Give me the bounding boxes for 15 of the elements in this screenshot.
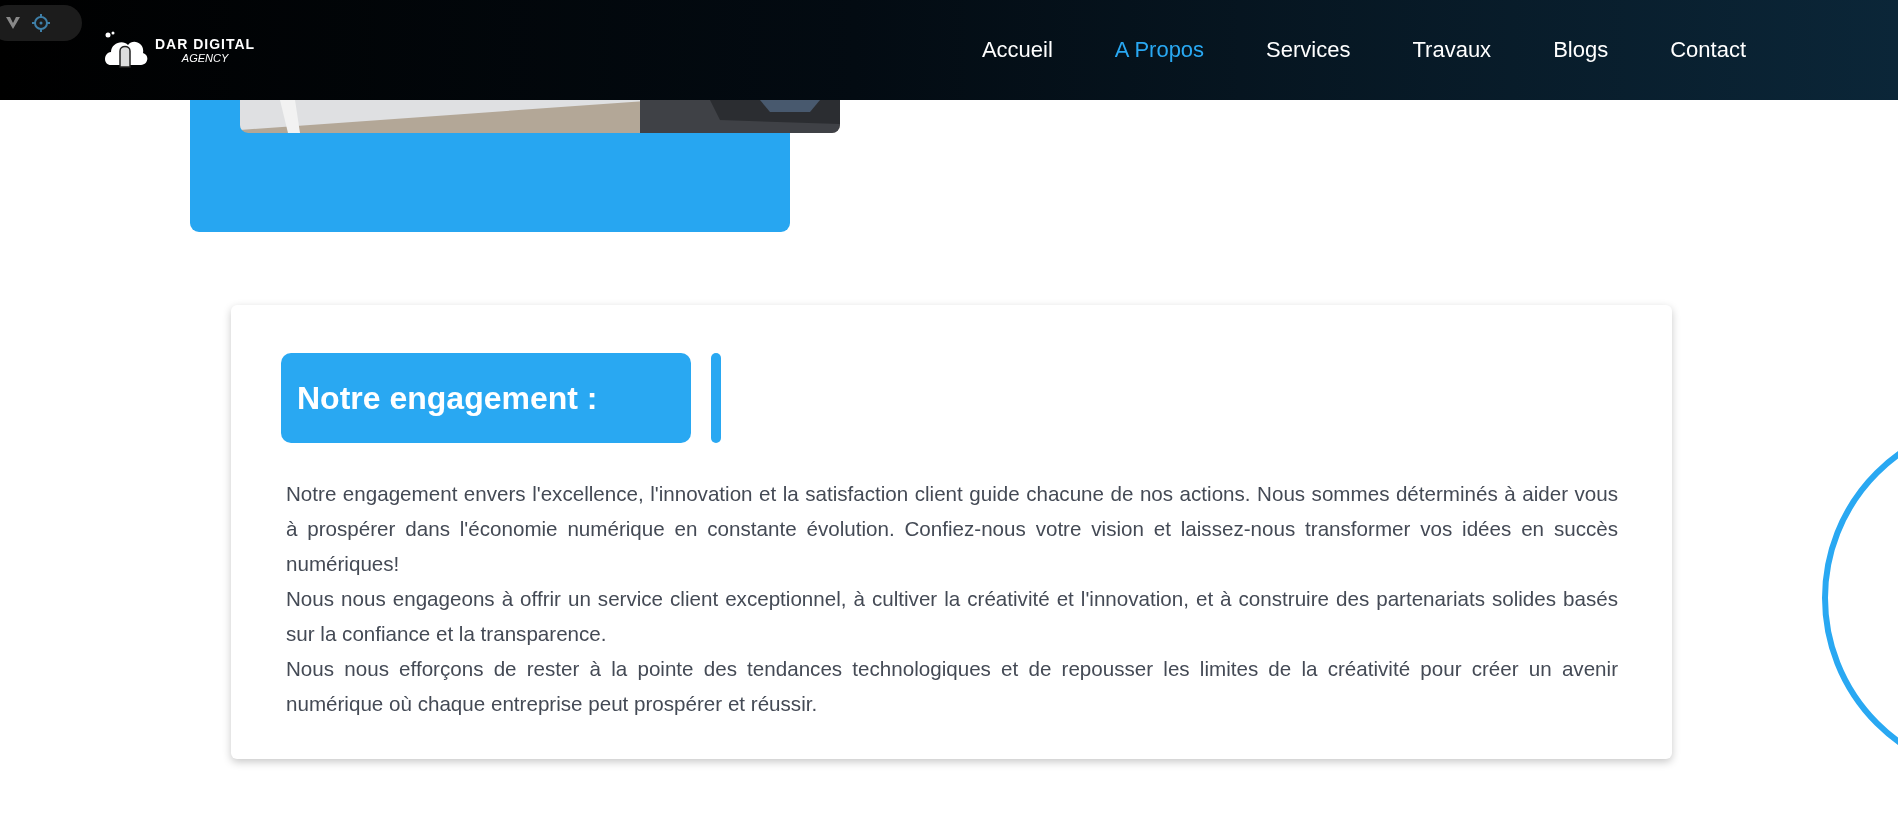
nav-link[interactable]: Contact (1639, 37, 1777, 63)
nav-link[interactable]: Services (1235, 37, 1382, 63)
paragraph: Nous nous engageons à offrir un service client exceptionnel, à cultiver la créativité et l'innovation, et à construire des partenariats solides basés sur la confiance et la transparence. (286, 586, 1618, 647)
nav-link[interactable]: Blogs (1522, 37, 1640, 63)
logo-subtitle: AGENCY (181, 52, 229, 64)
nav-link[interactable]: A Propos (1083, 37, 1236, 63)
crosshair-icon[interactable] (32, 14, 50, 32)
chevron-icon[interactable] (6, 17, 20, 29)
section-title: Notre engagement : (281, 353, 691, 443)
paragraph: Nous nous efforçons de rester à la pointe des tendances technologiques et de repousser les limites de la créativité pour créer un avenir numérique où chaque entreprise peut prospérer et réussir. (286, 656, 1618, 717)
cloud-logo-icon[interactable] (103, 31, 149, 69)
nav-link[interactable]: Accueil (950, 37, 1084, 63)
logo-title: DAR DIGITAL (155, 36, 256, 52)
nav-link[interactable]: Travaux (1381, 37, 1523, 63)
paragraph: Notre engagement envers l'excellence, l'innovation et la satisfaction client guide chacune de nos actions. Nous sommes déterminés à aider vous à prospérer dans l'économie numérique en constante évolution. Confiez-nous votre vision et laissez-nous transformer vos idées en succès numériques! (286, 481, 1618, 577)
